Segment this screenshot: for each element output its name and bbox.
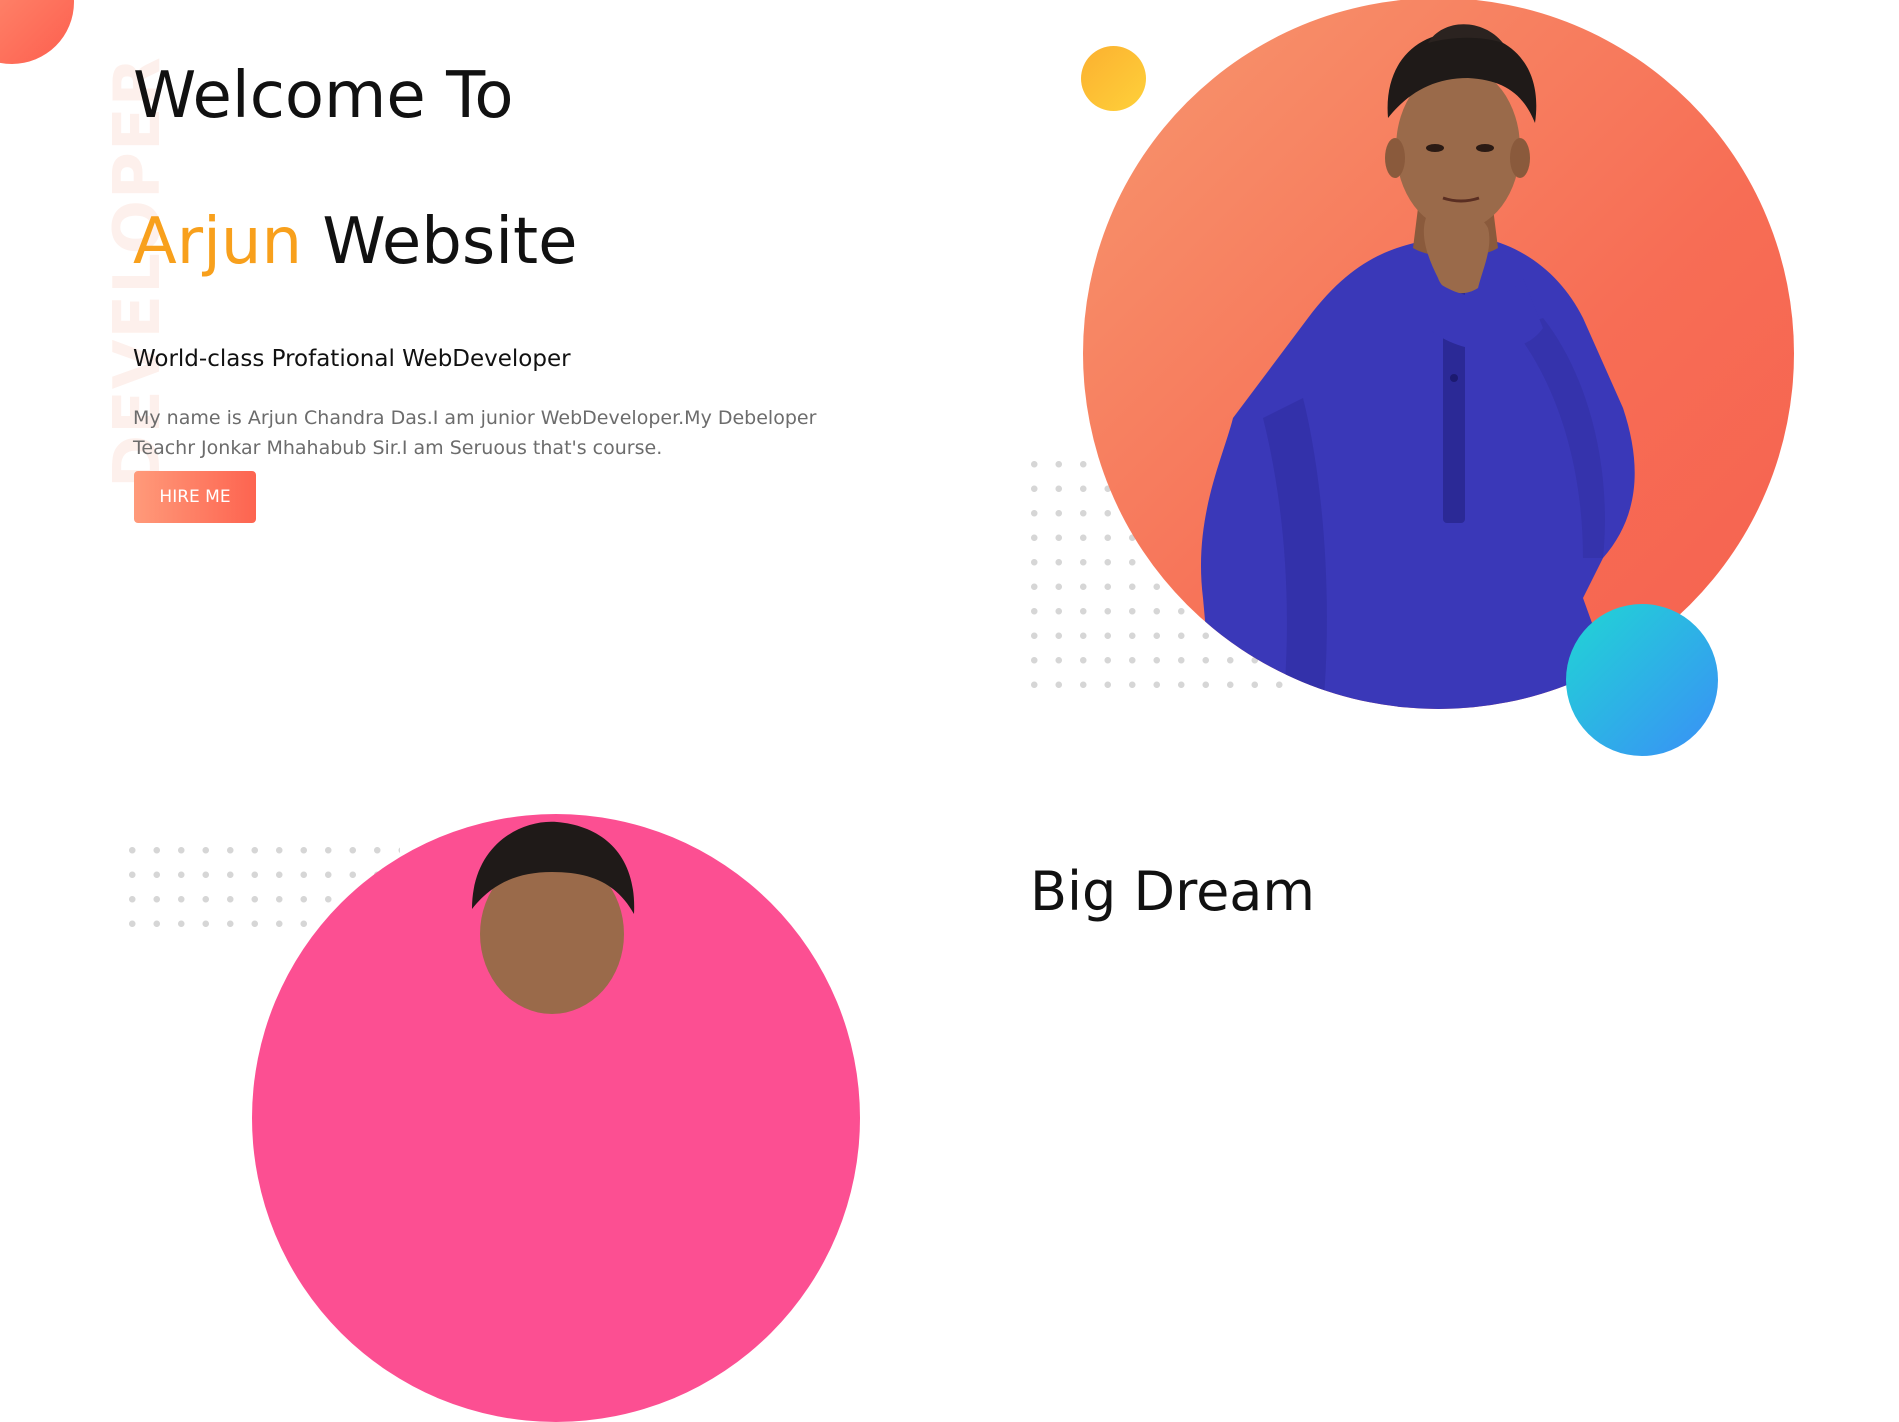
hire-me-button[interactable]: HIRE ME [134,471,256,523]
about-portrait [252,814,860,1422]
corner-decoration [0,0,74,64]
person-portrait-image-2 [472,821,635,1014]
hero-title-website: Website [302,205,578,279]
blue-circle-decoration [1566,604,1718,756]
person-portrait-image [1200,24,1635,709]
hero-title-name: Arjun Website [133,204,577,281]
hero-subtitle: World-class Profational WebDeveloper [133,346,571,372]
hero-name-highlight: Arjun [133,205,302,279]
about-heading: Big Dream [1030,860,1316,923]
yellow-circle-decoration [1081,46,1146,111]
hero-portrait [1083,0,1794,709]
hero-title-welcome: Welcome To [133,59,514,133]
hero-description: My name is Arjun Chandra Das.I am junior… [133,407,817,459]
